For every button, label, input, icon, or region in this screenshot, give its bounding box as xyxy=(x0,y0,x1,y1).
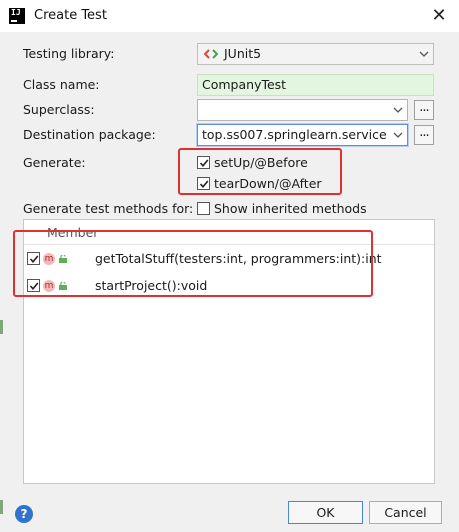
background-stripe xyxy=(0,320,3,334)
intellij-app-icon: IJ xyxy=(9,8,25,24)
highlight-box xyxy=(13,230,373,297)
testing-library-select[interactable]: JUnit5 xyxy=(197,43,434,65)
chevron-down-icon xyxy=(419,44,429,64)
superclass-browse-button[interactable]: ... xyxy=(414,100,434,120)
package-browse-button[interactable]: ... xyxy=(414,125,434,145)
cancel-button[interactable]: Cancel xyxy=(369,501,442,524)
superclass-label: Superclass: xyxy=(23,102,95,117)
destination-package-value: top.ss007.springlearn.service xyxy=(202,127,387,142)
chevron-down-icon[interactable] xyxy=(393,125,403,145)
close-icon[interactable]: ✕ xyxy=(419,0,459,32)
window-title: Create Test xyxy=(34,8,107,23)
ok-button[interactable]: OK xyxy=(288,501,363,524)
superclass-input[interactable] xyxy=(197,99,408,121)
highlight-box xyxy=(178,148,342,195)
show-inherited-checkbox[interactable] xyxy=(197,202,210,215)
show-inherited-label: Show inherited methods xyxy=(214,201,367,216)
background-stripe xyxy=(0,500,3,514)
title-bar: IJ Create Test ✕ xyxy=(0,0,459,32)
testing-library-label: Testing library: xyxy=(23,46,115,61)
destination-package-label: Destination package: xyxy=(23,127,156,142)
testing-library-value: JUnit5 xyxy=(224,46,262,61)
generate-label: Generate: xyxy=(23,155,86,170)
destination-package-input[interactable]: top.ss007.springlearn.service xyxy=(197,124,408,146)
methods-for-label: Generate test methods for: xyxy=(23,201,194,216)
chevron-down-icon[interactable] xyxy=(393,100,403,120)
junit-icon xyxy=(203,45,219,65)
help-icon[interactable]: ? xyxy=(15,505,33,523)
class-name-label: Class name: xyxy=(23,77,100,92)
class-name-input[interactable]: CompanyTest xyxy=(197,74,434,96)
